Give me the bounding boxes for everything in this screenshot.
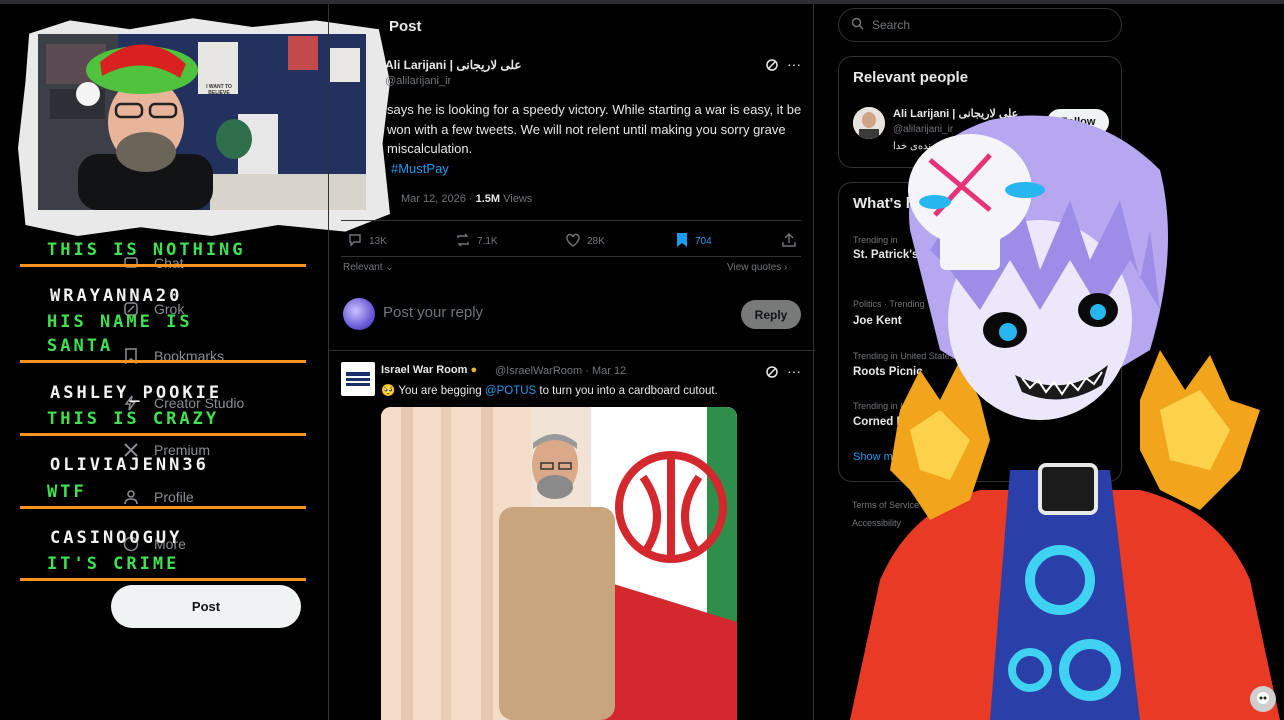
quote-author-handle[interactable]: @IsraelWarRoom · Mar 12	[495, 365, 626, 377]
post-author-handle[interactable]: @alilarijani_ir	[385, 75, 451, 87]
quote-text: 🥺 You are begging @POTUS to turn you int…	[381, 383, 718, 397]
chat-divider	[20, 578, 306, 581]
reply-icon	[347, 232, 363, 251]
search-input[interactable]: Search	[838, 8, 1122, 42]
grok-icon[interactable]	[765, 365, 779, 384]
webcam-feed: I WANT TO BELIEVE	[38, 34, 366, 210]
post-image[interactable]	[381, 407, 737, 720]
avatar	[343, 298, 375, 330]
view-quotes-label: View quotes	[727, 262, 782, 273]
reply-sort-label: Relevant	[343, 262, 383, 273]
more-options-icon[interactable]: ···	[787, 56, 801, 72]
post-detail-column: Post Ali Larijani | علی لاریجانی @alilar…	[328, 4, 815, 720]
search-icon	[851, 17, 864, 33]
divider	[329, 350, 815, 351]
reply-sort-dropdown[interactable]: Relevant ⌄	[343, 262, 394, 273]
chat-message: IT'S CRIME	[47, 554, 180, 574]
verified-badge-icon: ●	[470, 364, 478, 376]
reply-input[interactable]: Post your reply	[383, 304, 483, 321]
repost-count: 7.1K	[477, 236, 498, 247]
post-date[interactable]: Mar 12, 2026	[401, 193, 466, 205]
chat-divider	[20, 433, 306, 436]
repost-icon	[455, 232, 471, 251]
page-title: Post	[389, 18, 422, 35]
like-count: 28K	[587, 236, 605, 247]
post-text: says he is looking for a speedy victory.…	[387, 102, 802, 156]
bookmark-count: 704	[695, 236, 712, 247]
reply-count: 13K	[369, 236, 387, 247]
chat-username: ASHLEY_POOKIE	[50, 383, 223, 403]
post-meta: Mar 12, 2026 · 1.5M Views	[401, 193, 533, 205]
divider	[341, 220, 801, 221]
post-views-count: 1.5M	[475, 193, 501, 205]
post-button[interactable]: Post	[111, 585, 301, 628]
chevron-right-icon: ›	[784, 262, 788, 273]
channel-logo-icon	[1250, 686, 1276, 712]
quote-author-name[interactable]: Israel War Room ●	[381, 364, 477, 376]
chat-divider	[20, 506, 306, 509]
grok-icon[interactable]	[765, 58, 779, 77]
israel-war-room-logo[interactable]	[341, 362, 375, 396]
more-options-icon[interactable]: ···	[787, 363, 801, 379]
post-author-name[interactable]: Ali Larijani | علی لاریجانی	[385, 58, 522, 72]
quote-text-before: You are begging	[398, 385, 482, 397]
vtuber-avatar	[840, 110, 1284, 720]
chat-message: HIS NAME IS SANTA	[47, 312, 193, 356]
poster-caption: I WANT TO BELIEVE	[206, 84, 232, 96]
post-views-label: Views	[503, 193, 533, 205]
vtuber-character-illustration	[850, 115, 1280, 720]
bookmark-action[interactable]: 704	[675, 232, 712, 251]
repost-action[interactable]: 7.1K	[455, 232, 498, 251]
divider	[341, 256, 801, 257]
stream-chat-overlay: THIS IS NOTHING WRAYANNA20 HIS NAME IS S…	[18, 240, 308, 585]
relevant-people-title: Relevant people	[853, 69, 969, 86]
mention-link[interactable]: @POTUS	[485, 385, 536, 397]
chat-username: CASINOOGUY	[50, 528, 183, 548]
webcam-scene	[38, 34, 366, 210]
chat-divider	[20, 360, 306, 363]
reply-button[interactable]: Reply	[741, 300, 801, 329]
like-action[interactable]: 28K	[565, 232, 605, 251]
bookmark-filled-icon	[675, 232, 689, 251]
search-placeholder: Search	[872, 18, 911, 32]
chat-divider	[20, 264, 306, 267]
pleading-face-emoji-icon: 🥺	[381, 385, 396, 397]
chat-message: WTF	[47, 482, 87, 502]
chevron-down-icon: ⌄	[385, 262, 394, 273]
post-hashtag[interactable]: #MustPay	[391, 161, 449, 176]
heart-icon	[565, 232, 581, 251]
view-quotes-link[interactable]: View quotes ›	[727, 262, 787, 273]
chat-message: THIS IS CRAZY	[47, 409, 220, 429]
quote-author-name-text: Israel War Room	[381, 364, 468, 376]
chat-username: OLIVIAJENN36	[50, 455, 209, 475]
chat-username: WRAYANNA20	[50, 286, 183, 306]
quote-text-after: to turn you into a cardboard cutout.	[539, 385, 718, 397]
share-icon[interactable]	[781, 232, 797, 253]
reply-action[interactable]: 13K	[347, 232, 387, 251]
cardboard-cutout-image	[381, 407, 737, 720]
chat-message: THIS IS NOTHING	[47, 240, 246, 260]
